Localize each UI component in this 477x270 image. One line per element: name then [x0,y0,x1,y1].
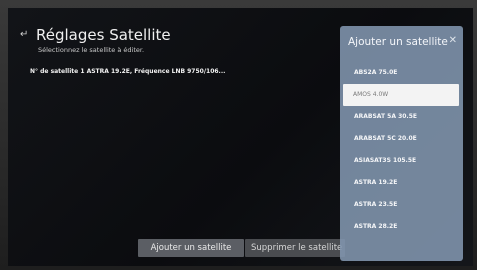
satellite-list-item[interactable]: ASTRA 28.2E [344,216,459,238]
tv-screen: ↵ Réglages Satellite Sélectionnez le sat… [8,8,473,266]
satellite-list: ABS2A 75.0E AMOS 4.0W ARABSAT 5A 30.5E A… [343,62,459,238]
panel-title: Ajouter un satellite [348,36,448,48]
satellite-info-row[interactable]: N° de satellite 1 ASTRA 19.2E, Fréquence… [30,68,225,75]
satellite-list-item[interactable]: ASIASAT3S 105.5E [344,150,459,172]
delete-satellite-button[interactable]: Supprimer le satellite [245,239,345,257]
satellite-list-item[interactable]: ASTRA 23.5E [344,194,459,216]
page-title: Réglages Satellite [36,26,171,44]
close-icon[interactable]: ✕ [449,36,457,46]
add-satellite-button[interactable]: Ajouter un satellite [138,239,244,257]
page-subtitle: Sélectionnez le satellite à éditer. [38,46,145,54]
back-icon[interactable]: ↵ [20,30,30,40]
satellite-list-item[interactable]: ARABSAT 5A 30.5E [344,106,459,128]
add-satellite-panel: Ajouter un satellite ✕ ABS2A 75.0E AMOS … [340,26,463,261]
satellite-list-item-selected[interactable]: AMOS 4.0W [343,84,459,106]
satellite-list-item[interactable]: ASTRA 19.2E [344,172,459,194]
satellite-list-item[interactable]: ABS2A 75.0E [344,62,459,84]
satellite-list-item[interactable]: ARABSAT 5C 20.0E [344,128,459,150]
